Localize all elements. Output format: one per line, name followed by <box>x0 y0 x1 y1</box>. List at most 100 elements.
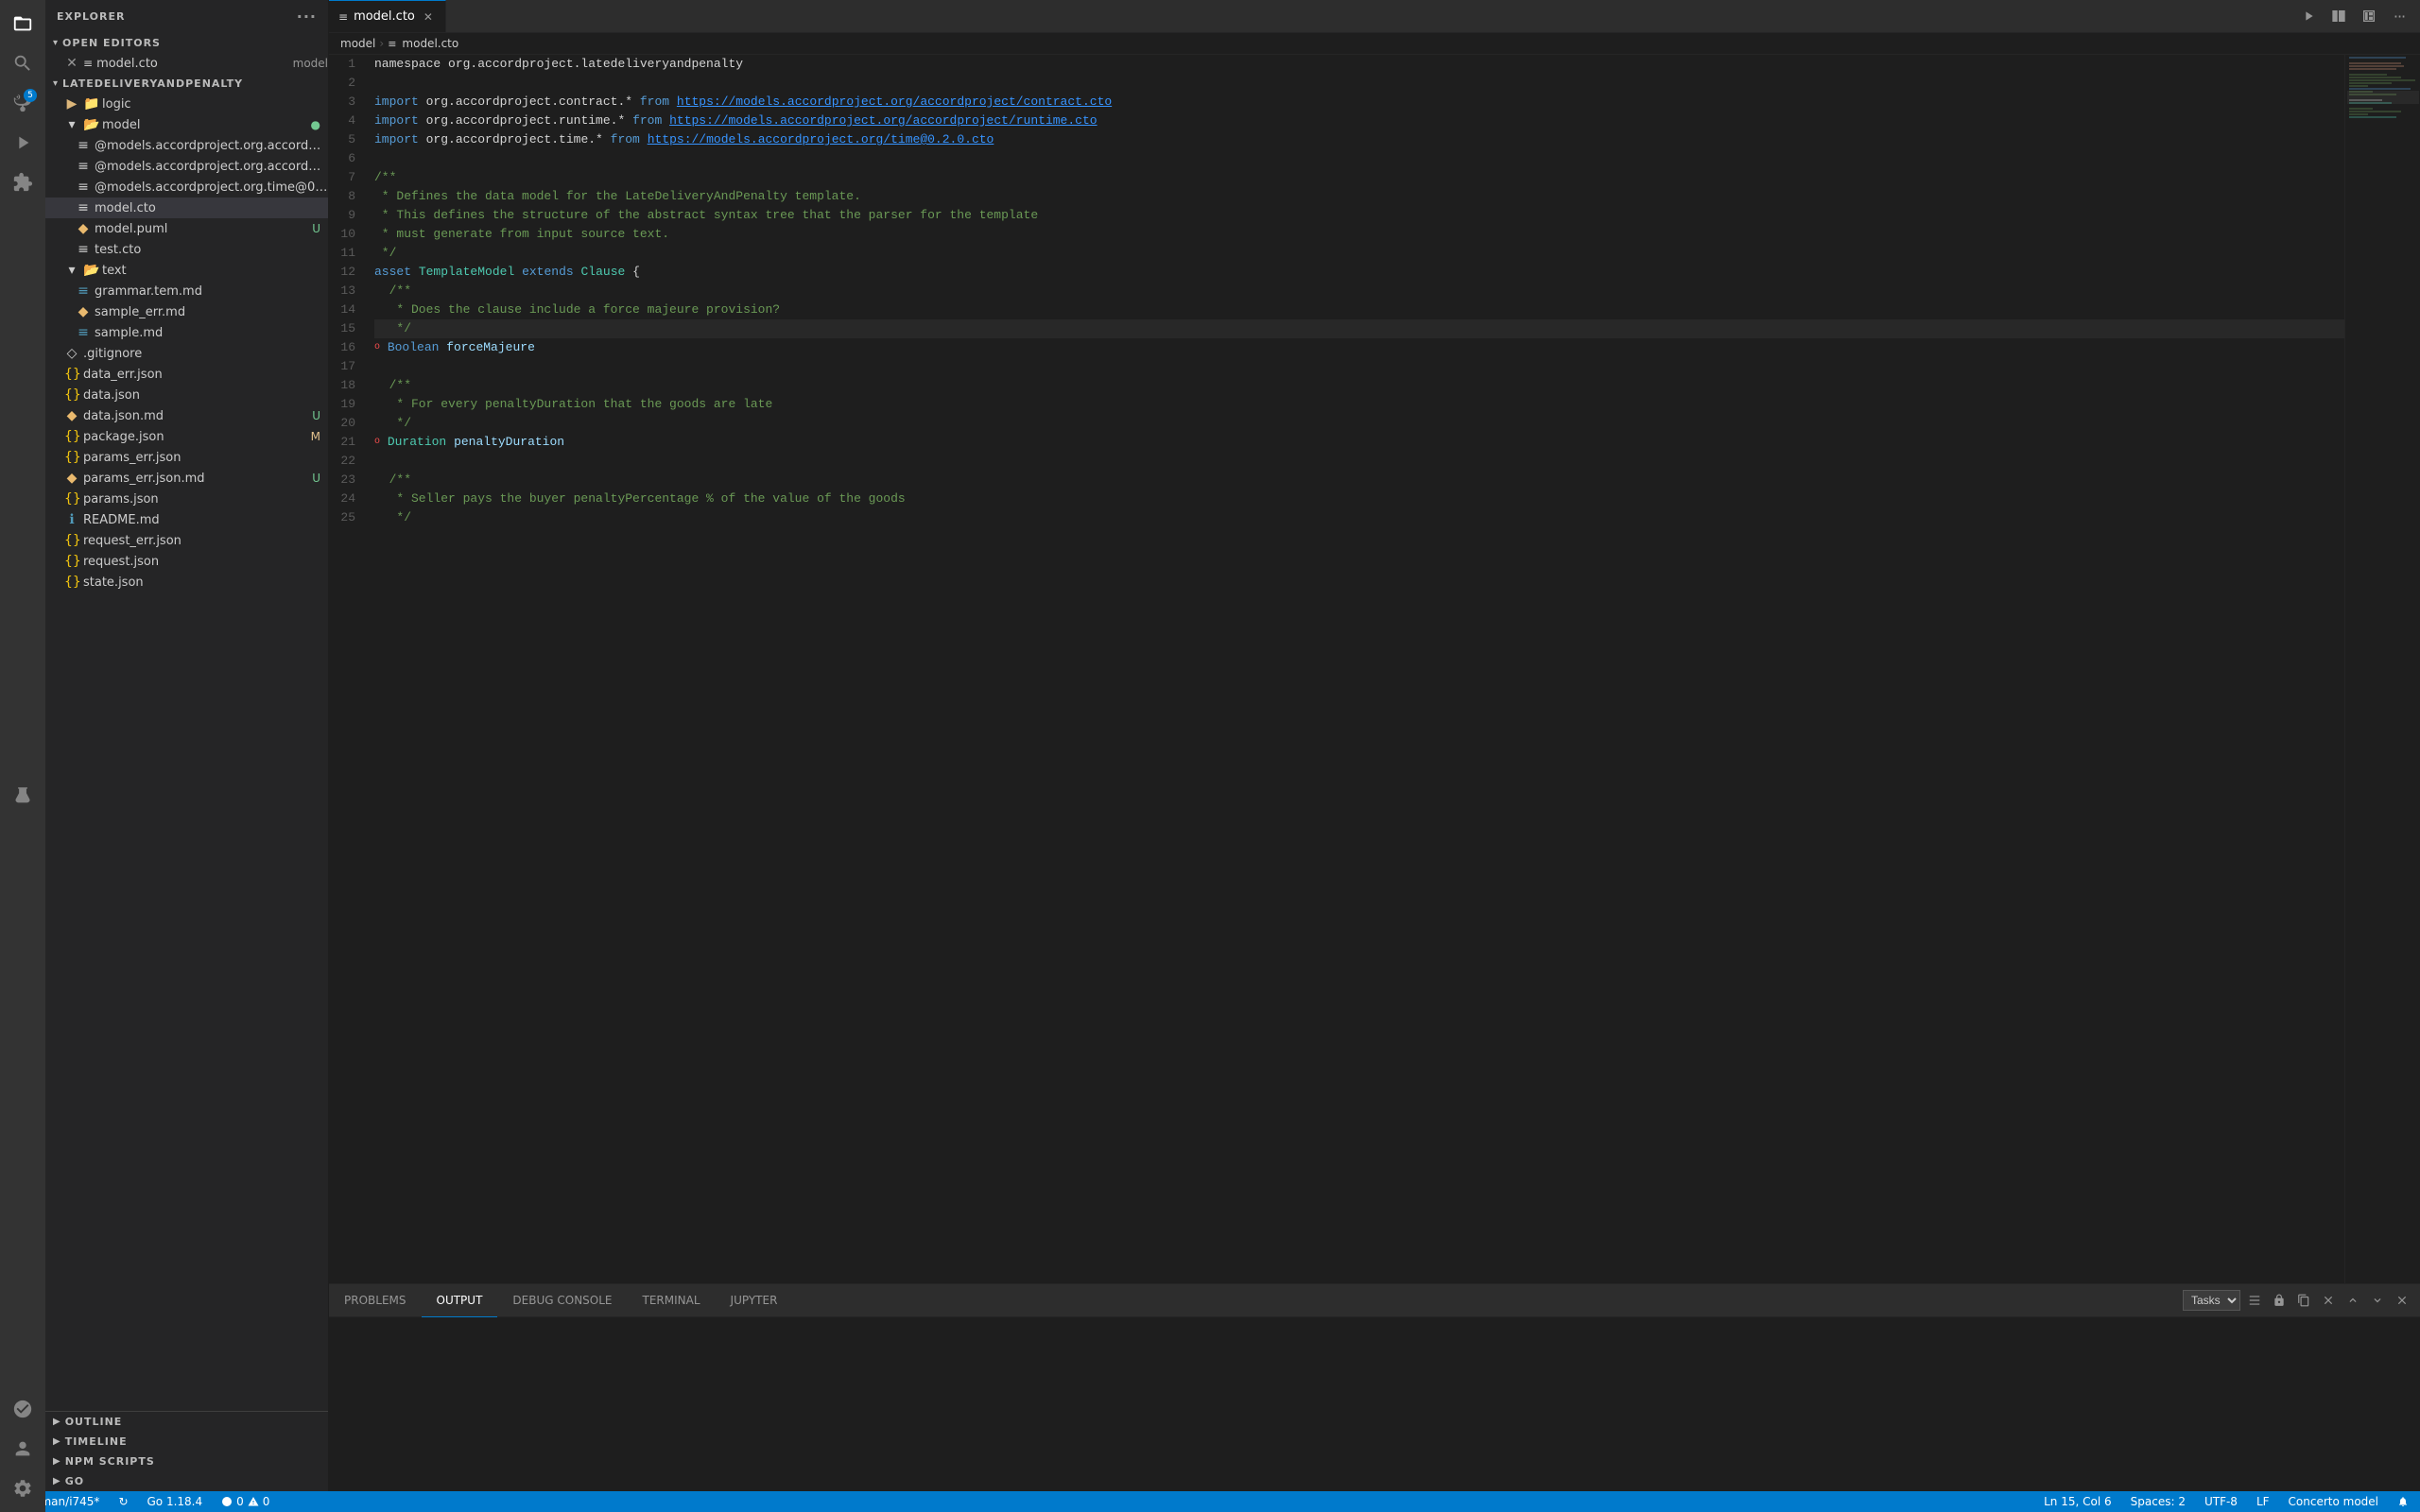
more-actions-icon[interactable]: ··· <box>2386 3 2412 29</box>
test-icon[interactable] <box>7 780 39 812</box>
accordproject-time-file[interactable]: ≡ @models.accordproject.org.time@0.2.... <box>45 177 328 198</box>
params-err-json-file[interactable]: {} params_err.json <box>45 447 328 468</box>
status-sync[interactable]: ↻ <box>114 1491 131 1512</box>
request-err-json-file[interactable]: {} request_err.json <box>45 530 328 551</box>
source-control-icon[interactable]: 5 <box>7 87 39 119</box>
status-language[interactable]: Concerto model <box>2285 1491 2382 1512</box>
status-encoding[interactable]: UTF-8 <box>2201 1491 2241 1512</box>
panel-tab-jupyter[interactable]: JUPYTER <box>716 1284 793 1317</box>
state-json-file[interactable]: {} state.json <box>45 572 328 593</box>
panel-clear-icon[interactable] <box>2318 1290 2339 1311</box>
code-line: */ <box>374 414 2344 433</box>
token-plain: org.accordproject.contract.* <box>419 93 640 112</box>
params-json-file[interactable]: {} params.json <box>45 489 328 509</box>
status-notifications[interactable] <box>2394 1491 2412 1512</box>
request-json-file[interactable]: {} request.json <box>45 551 328 572</box>
token-link[interactable]: https://models.accordproject.org/accordp… <box>669 112 1097 130</box>
timeline-section[interactable]: ▶ TIMELINE <box>45 1432 328 1452</box>
panel-tab-debug-console[interactable]: DEBUG CONSOLE <box>497 1284 627 1317</box>
model-puml-file[interactable]: ◆ model.puml U <box>45 218 328 239</box>
params-err-json-md-file[interactable]: ◆ params_err.json.md U <box>45 468 328 489</box>
sidebar-header: EXPLORER ··· <box>45 0 328 33</box>
file-icon-3: ≡ <box>76 180 91 195</box>
open-editor-subname: model <box>293 57 328 70</box>
npm-scripts-section[interactable]: ▶ NPM SCRIPTS <box>45 1452 328 1471</box>
panel-close-icon[interactable] <box>2392 1290 2412 1311</box>
code-line: import org.accordproject.time.* from htt… <box>374 130 2344 149</box>
model-folder[interactable]: ▾ 📂 model ● <box>45 114 328 135</box>
sample-md-file[interactable]: ≡ sample.md <box>45 322 328 343</box>
extensions-icon[interactable] <box>7 166 39 198</box>
code-line: * Seller pays the buyer penaltyPercentag… <box>374 490 2344 508</box>
outline-label: OUTLINE <box>65 1416 123 1428</box>
sidebar-more-icon[interactable]: ··· <box>297 8 317 26</box>
search-icon[interactable] <box>7 47 39 79</box>
code-editor[interactable]: 1234567891011121314151617181920212223242… <box>329 55 2344 1283</box>
status-eol[interactable]: LF <box>2253 1491 2273 1512</box>
data-json-file[interactable]: {} data.json <box>45 385 328 405</box>
code-content[interactable]: namespace org.accordproject.latedelivery… <box>367 55 2344 1283</box>
line-number: 13 <box>337 282 355 301</box>
layout-icon[interactable] <box>2356 3 2382 29</box>
gitignore-file[interactable]: ◇ .gitignore <box>45 343 328 364</box>
close-modified-icon[interactable]: ✕ <box>64 56 79 71</box>
token-plain: { <box>625 263 640 282</box>
breadcrumb-model[interactable]: model <box>340 37 375 50</box>
file-icon-request-err: {} <box>64 533 79 548</box>
panel-tab-terminal[interactable]: TERMINAL <box>628 1284 716 1317</box>
run-button[interactable] <box>2295 3 2322 29</box>
grammar-tem-md-file[interactable]: ≡ grammar.tem.md <box>45 281 328 301</box>
tab-model-cto[interactable]: ≡ model.cto ✕ <box>329 0 446 33</box>
sample-err-md-file[interactable]: ◆ sample_err.md <box>45 301 328 322</box>
account-icon[interactable] <box>7 1433 39 1465</box>
status-errors[interactable]: 0 0 <box>217 1491 273 1512</box>
model-badge: ● <box>311 118 320 131</box>
panel-tab-problems[interactable]: PROBLEMS <box>329 1284 422 1317</box>
tasks-dropdown[interactable]: Tasks <box>2183 1290 2240 1311</box>
project-section[interactable]: ▾ LATEDELIVERYANDPENALTY <box>45 74 328 94</box>
breadcrumb-file[interactable]: model.cto <box>402 37 458 50</box>
test-cto-file[interactable]: ≡ test.cto <box>45 239 328 260</box>
package-json-file[interactable]: {} package.json M <box>45 426 328 447</box>
outline-section[interactable]: ▶ OUTLINE <box>45 1412 328 1432</box>
panel-tab-output[interactable]: OUTPUT <box>422 1284 498 1317</box>
token-keyword: from <box>611 130 640 149</box>
remote-icon[interactable] <box>7 1393 39 1425</box>
breadcrumb: model › ≡ model.cto <box>329 33 2420 55</box>
readme-md-file[interactable]: ℹ README.md <box>45 509 328 530</box>
run-icon[interactable] <box>7 127 39 159</box>
panel-chevron-down-icon[interactable] <box>2367 1290 2388 1311</box>
code-line: asset TemplateModel extends Clause { <box>374 263 2344 282</box>
file-name-model-puml: model.puml <box>95 222 312 236</box>
model-cto-file[interactable]: ≡ model.cto <box>45 198 328 218</box>
token-link[interactable]: https://models.accordproject.org/time@0.… <box>648 130 994 149</box>
status-go-version[interactable]: Go 1.18.4 <box>144 1491 207 1512</box>
go-section[interactable]: ▶ GO <box>45 1471 328 1491</box>
token-link[interactable]: https://models.accordproject.org/accordp… <box>677 93 1112 112</box>
panel-lock-icon[interactable] <box>2269 1290 2290 1311</box>
status-position[interactable]: Ln 15, Col 6 <box>2040 1491 2116 1512</box>
folder-open-icon: 📂 <box>83 117 98 132</box>
data-err-json-file[interactable]: {} data_err.json <box>45 364 328 385</box>
status-spaces-text: Spaces: 2 <box>2131 1495 2186 1508</box>
panel-copy-icon[interactable] <box>2293 1290 2314 1311</box>
file-name-request-json: request.json <box>83 555 328 569</box>
settings-icon[interactable] <box>7 1472 39 1504</box>
logic-folder[interactable]: ▶ 📁 logic <box>45 94 328 114</box>
open-editor-model-cto[interactable]: ✕ ≡ model.cto model <box>45 53 328 74</box>
params-err-json-md-badge: U <box>312 472 320 485</box>
open-editors-section[interactable]: ▾ OPEN EDITORS <box>45 33 328 53</box>
split-editor-icon[interactable] <box>2325 3 2352 29</box>
status-spaces[interactable]: Spaces: 2 <box>2127 1491 2189 1512</box>
activity-bar: 5 <box>0 0 45 1512</box>
text-folder[interactable]: ▾ 📂 text <box>45 260 328 281</box>
tab-close-button[interactable]: ✕ <box>421 9 436 25</box>
file-name-sample: sample.md <box>95 326 328 340</box>
tab-file-icon: ≡ <box>338 10 348 24</box>
accordproject-contract-file[interactable]: ≡ @models.accordproject.org.accordpr... <box>45 135 328 156</box>
accordproject-runtime-file[interactable]: ≡ @models.accordproject.org.accordpr... <box>45 156 328 177</box>
panel-chevron-up-icon[interactable] <box>2342 1290 2363 1311</box>
files-icon[interactable] <box>7 8 39 40</box>
data-json-md-file[interactable]: ◆ data.json.md U <box>45 405 328 426</box>
panel-list-icon[interactable] <box>2244 1290 2265 1311</box>
